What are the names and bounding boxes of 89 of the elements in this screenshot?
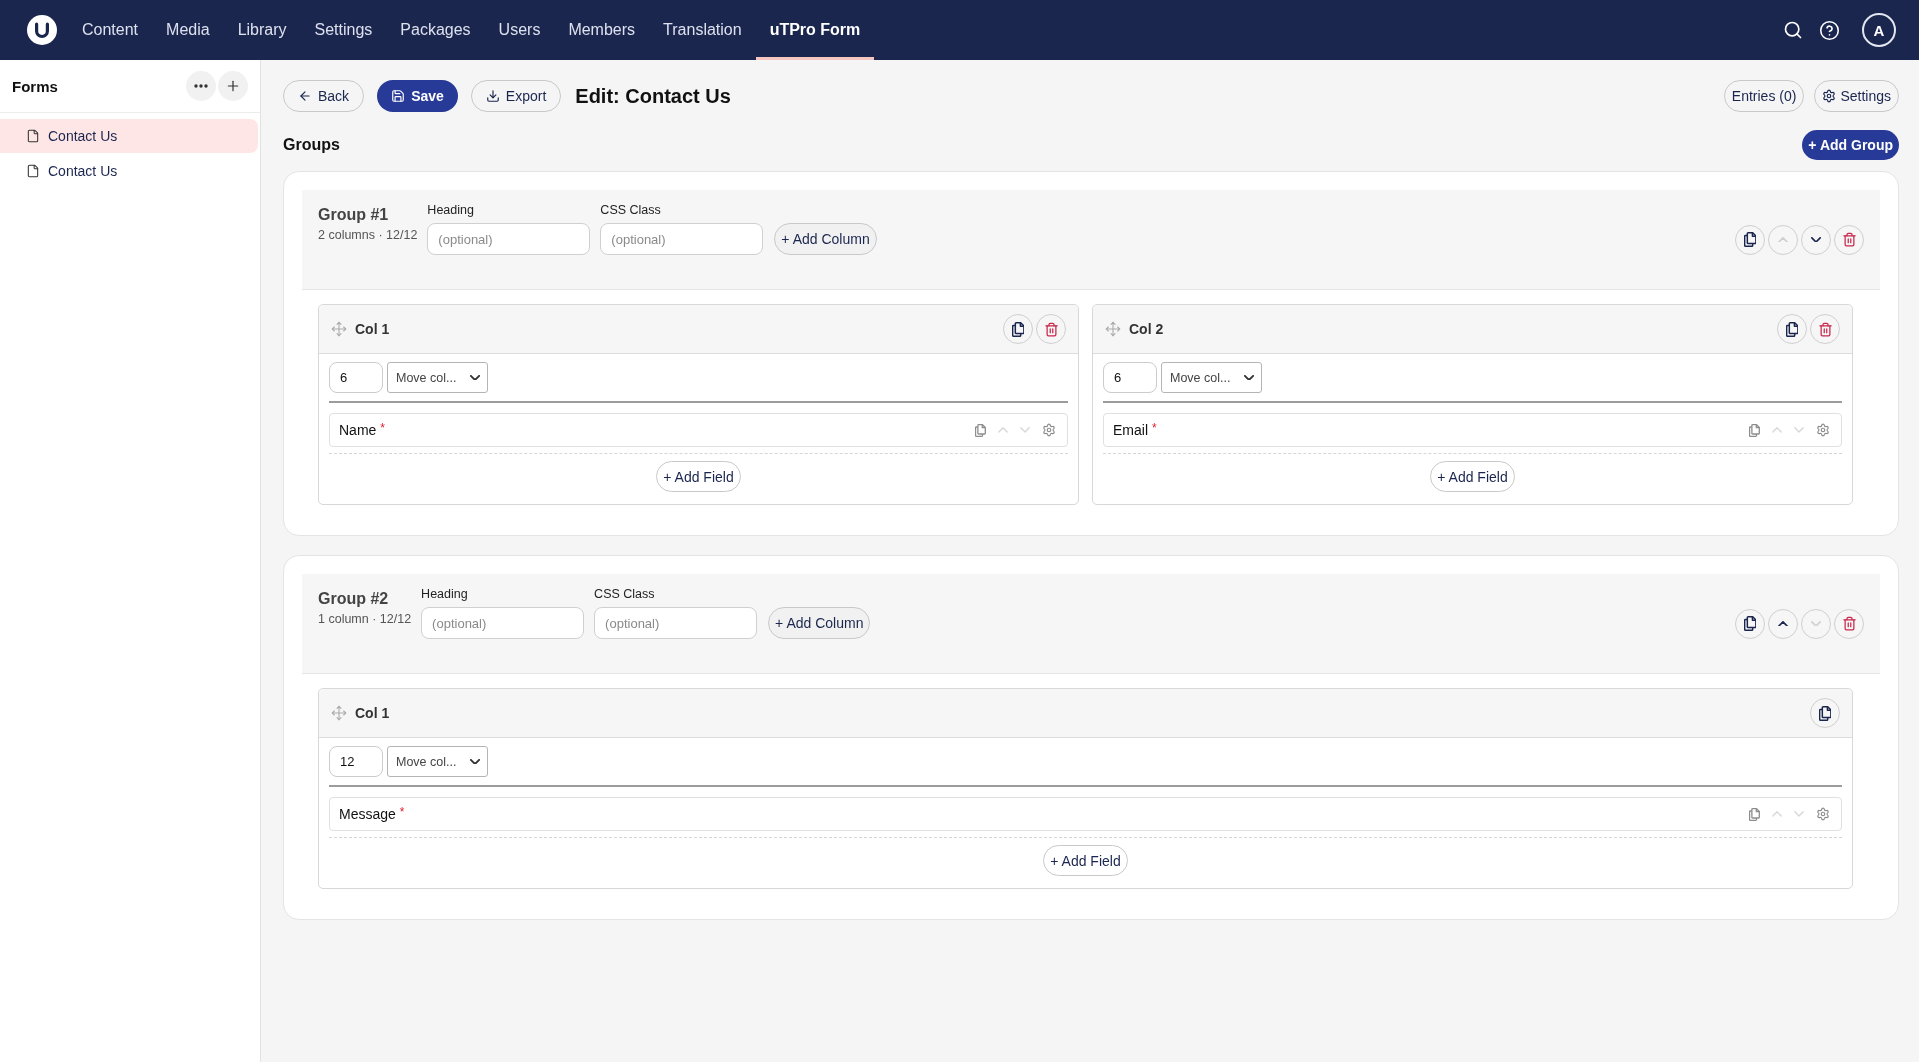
nav-tab[interactable]: Users bbox=[484, 0, 555, 60]
group-title: Group #2 bbox=[318, 589, 390, 609]
nav-tab[interactable]: uTPro Form bbox=[755, 0, 875, 60]
move-column-select[interactable]: Move col... bbox=[387, 746, 488, 777]
add-field-button[interactable]: + Add Field bbox=[1430, 461, 1515, 492]
move-column-select[interactable]: Move col... bbox=[387, 362, 488, 393]
settings-icon[interactable] bbox=[1042, 423, 1056, 437]
save-icon bbox=[391, 89, 406, 103]
heading-input[interactable]: (optional) bbox=[421, 607, 585, 639]
more-button[interactable] bbox=[186, 71, 216, 101]
user-avatar[interactable]: A bbox=[1862, 13, 1896, 47]
column-width-input[interactable]: 6 bbox=[1103, 362, 1157, 393]
drag-handle-icon[interactable] bbox=[331, 705, 347, 721]
nav-tab[interactable]: Media bbox=[152, 0, 224, 60]
caret-icon bbox=[470, 758, 480, 765]
copy-icon[interactable] bbox=[974, 423, 986, 437]
page-title: Edit: Contact Us bbox=[575, 84, 731, 108]
field-label: CSS Class bbox=[594, 587, 656, 601]
group-summary: 1 column · 12/12 bbox=[318, 612, 412, 626]
column-title: Col 1 bbox=[355, 321, 390, 337]
nav-tab[interactable]: Translation bbox=[649, 0, 756, 60]
document-icon bbox=[26, 164, 40, 178]
download-icon bbox=[485, 89, 500, 103]
form-field-row[interactable]: Email * bbox=[1103, 413, 1842, 447]
css-class-input[interactable]: (optional) bbox=[600, 223, 764, 255]
form-field-row[interactable]: Message * bbox=[329, 797, 1842, 831]
settings-icon[interactable] bbox=[1816, 807, 1830, 821]
sidebar-item[interactable]: Contact Us bbox=[0, 154, 258, 188]
css-class-input[interactable]: (optional) bbox=[594, 607, 758, 639]
more-icon bbox=[194, 84, 208, 88]
add-group-button[interactable]: + Add Group bbox=[1802, 130, 1899, 160]
required-mark: * bbox=[399, 805, 405, 819]
heading-input[interactable]: (optional) bbox=[427, 223, 591, 255]
copy-icon bbox=[1785, 321, 1799, 337]
add-column-button[interactable]: + Add Column bbox=[774, 223, 877, 255]
field-label: Heading bbox=[421, 587, 469, 601]
nav-tab[interactable]: Library bbox=[223, 0, 301, 60]
required-mark: * bbox=[1152, 421, 1157, 435]
settings-icon bbox=[1822, 89, 1837, 103]
copy-icon bbox=[1743, 616, 1757, 631]
search-icon[interactable] bbox=[1783, 20, 1803, 40]
section-title: Groups bbox=[283, 136, 340, 154]
copy-icon bbox=[1818, 705, 1832, 721]
column-width-input[interactable]: 12 bbox=[329, 746, 383, 777]
nav-tab[interactable]: Members bbox=[554, 0, 650, 60]
help-icon[interactable] bbox=[1819, 19, 1840, 41]
group-summary: 2 columns · 12/12 bbox=[318, 228, 418, 242]
field-label: CSS Class bbox=[600, 203, 662, 217]
add-column-button[interactable]: + Add Column bbox=[768, 607, 871, 639]
add-field-button[interactable]: + Add Field bbox=[1043, 845, 1128, 876]
plus-icon bbox=[225, 78, 241, 94]
column-width-input[interactable]: 6 bbox=[329, 362, 383, 393]
sidebar-item[interactable]: Contact Us bbox=[0, 119, 258, 153]
chevron-down-icon bbox=[1811, 236, 1821, 243]
nav-tab[interactable]: Content bbox=[68, 0, 153, 60]
chevron-up-icon bbox=[1778, 620, 1788, 627]
field-name: Message bbox=[339, 806, 396, 822]
document-icon bbox=[26, 129, 40, 143]
required-mark: * bbox=[380, 421, 386, 435]
copy-icon bbox=[1743, 232, 1757, 247]
chevron-down-icon bbox=[1811, 620, 1821, 627]
field-name: Name bbox=[339, 422, 377, 438]
drag-handle-icon[interactable] bbox=[1105, 321, 1121, 337]
sidebar-title: Forms bbox=[12, 77, 58, 95]
field-label: Heading bbox=[427, 203, 475, 217]
chevron-up-icon bbox=[1778, 236, 1788, 243]
copy-icon[interactable] bbox=[1748, 807, 1760, 821]
trash-icon bbox=[1043, 321, 1059, 337]
add-field-button[interactable]: + Add Field bbox=[656, 461, 741, 492]
column-title: Col 1 bbox=[355, 705, 390, 721]
copy-icon bbox=[1011, 321, 1025, 337]
trash-icon bbox=[1841, 232, 1857, 247]
drag-handle-icon[interactable] bbox=[331, 321, 347, 337]
copy-icon[interactable] bbox=[1748, 423, 1760, 437]
move-column-select[interactable]: Move col... bbox=[1161, 362, 1262, 393]
settings-icon[interactable] bbox=[1816, 423, 1830, 437]
nav-tab[interactable]: Packages bbox=[386, 0, 485, 60]
nav-tab[interactable]: Settings bbox=[300, 0, 387, 60]
field-name: Email bbox=[1113, 422, 1148, 438]
form-field-row[interactable]: Name * bbox=[329, 413, 1068, 447]
trash-icon bbox=[1841, 616, 1857, 631]
trash-icon bbox=[1817, 321, 1833, 337]
add-form-button[interactable] bbox=[218, 71, 248, 101]
save-button[interactable]: Save bbox=[377, 80, 458, 112]
caret-icon bbox=[1244, 374, 1254, 381]
caret-icon bbox=[470, 374, 480, 381]
column-title: Col 2 bbox=[1129, 321, 1164, 337]
logo-icon[interactable] bbox=[27, 15, 57, 45]
group-title: Group #1 bbox=[318, 205, 390, 225]
